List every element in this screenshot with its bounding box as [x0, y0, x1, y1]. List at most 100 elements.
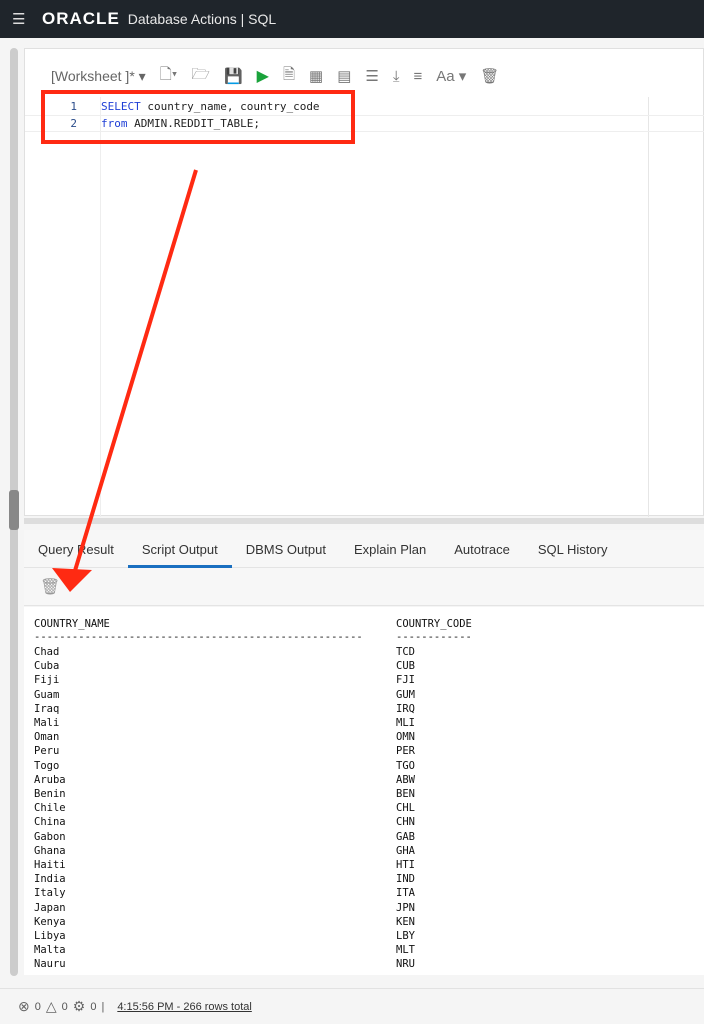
country-name: Cuba: [34, 660, 60, 673]
line-gutter: [25, 97, 101, 517]
country-name: Aruba: [34, 773, 66, 786]
code-line: 2 from ADMIN.REDDIT_TABLE;: [25, 115, 704, 132]
font-size-label: Aa: [436, 68, 455, 85]
app-title: Database Actions | SQL: [127, 11, 277, 27]
country-code: JPN: [396, 901, 415, 914]
separator: ------------: [396, 631, 472, 643]
tab-explain-plan[interactable]: Explain Plan: [340, 530, 440, 568]
table-row: Peru PER: [34, 744, 415, 758]
country-name: Oman: [34, 731, 60, 744]
worksheet-label: [Worksheet ]*: [51, 67, 135, 84]
column-header: COUNTRY_NAME: [34, 618, 110, 630]
tab-sql-history[interactable]: SQL History: [524, 530, 622, 568]
code-text: ADMIN.REDDIT_TABLE;: [127, 117, 260, 130]
hamburger-icon[interactable]: ☰: [12, 10, 32, 28]
table-row: Fiji FJI: [34, 673, 415, 687]
autotrace-icon[interactable]: ▦: [309, 67, 323, 85]
column-header: COUNTRY_CODE: [396, 618, 472, 630]
script-output: COUNTRY_NAME COUNTRY_CODE ---------------…: [24, 607, 704, 975]
output-tabs: Query Result Script Output DBMS Output E…: [24, 530, 704, 568]
code-editor[interactable]: 1 SELECT country_name, country_code 2 from…: [25, 97, 704, 517]
code-line: 1 SELECT country_name, country_code: [25, 98, 704, 115]
trash-icon[interactable]: 🗑: [480, 67, 499, 85]
panel-splitter[interactable]: [24, 518, 704, 524]
country-name: Togo: [34, 759, 60, 772]
save-icon[interactable]: 💾: [224, 67, 243, 85]
font-size-icon[interactable]: Aa ▾: [436, 67, 466, 85]
table-row: Iraq IRQ: [34, 702, 415, 716]
country-name: Libya: [34, 930, 66, 942]
table-row: Togo TGO: [34, 759, 415, 773]
country-code: GUM: [396, 688, 415, 701]
open-folder-icon[interactable]: 🗁: [191, 64, 210, 89]
status-bar: ⊗ 0 △ 0 ⚙ 0 | 4:15:56 PM - 266 rows total: [0, 988, 704, 1024]
country-name: Iraq: [34, 702, 60, 715]
download-icon[interactable]: ⤓: [393, 68, 400, 85]
warning-icon[interactable]: △: [46, 998, 57, 1015]
left-panel-collapse-bar[interactable]: [9, 48, 19, 976]
gear-icon[interactable]: ⚙: [73, 998, 86, 1015]
country-name: Chad: [34, 646, 60, 658]
country-code: CUB: [396, 660, 415, 673]
table-row: Italy ITA: [34, 886, 415, 900]
table-row: China CHN: [34, 815, 415, 829]
new-file-icon[interactable]: 🗋▾: [160, 64, 178, 89]
expand-handle[interactable]: [9, 490, 19, 530]
country-name: Nauru: [34, 958, 66, 971]
code-text: country_name, country_code: [140, 100, 320, 113]
explain-plan-icon[interactable]: ▤: [337, 67, 351, 85]
country-name: Ghana: [34, 844, 66, 857]
table-row: Gabon GAB: [34, 830, 415, 844]
output-header-row: COUNTRY_NAME COUNTRY_CODE: [34, 617, 472, 631]
tab-dbms-output[interactable]: DBMS Output: [232, 530, 340, 568]
table-row: Chile CHL: [34, 801, 415, 815]
format-icon[interactable]: ≡: [413, 68, 422, 85]
output-toolbar: 🗑: [24, 568, 704, 606]
status-message-link[interactable]: 4:15:56 PM - 266 rows total: [117, 1001, 252, 1013]
table-row: Haiti HTI: [34, 858, 415, 872]
separator: ----------------------------------------…: [34, 631, 363, 643]
country-name: Fiji: [34, 674, 60, 687]
country-code: ITA: [396, 887, 415, 900]
sql-tuning-icon[interactable]: ☰: [365, 67, 378, 85]
keyword: SELECT: [101, 100, 141, 113]
run-script-icon[interactable]: 🗎: [283, 64, 295, 89]
country-code: LBY: [396, 930, 415, 942]
error-icon[interactable]: ⊗: [18, 998, 30, 1015]
country-code: FJI: [396, 674, 415, 687]
country-name: Japan: [34, 901, 66, 914]
line-number: 2: [70, 117, 77, 130]
table-row: Japan JPN: [34, 901, 415, 915]
tab-query-result[interactable]: Query Result: [24, 530, 128, 568]
country-name: China: [34, 816, 66, 829]
table-row: Benin BEN: [34, 787, 415, 801]
table-row: Mali MLI: [34, 716, 415, 730]
run-statement-icon[interactable]: ▶: [257, 66, 269, 86]
country-name: Kenya: [34, 915, 66, 928]
country-code: HTI: [396, 859, 415, 871]
tab-autotrace[interactable]: Autotrace: [440, 530, 524, 568]
country-code: MLI: [396, 717, 415, 729]
app-header: ☰ ORACLE Database Actions | SQL: [0, 0, 704, 38]
country-name: Haiti: [34, 859, 66, 871]
worksheet-toolbar: [Worksheet ]* ▾ 🗋▾ 🗁 💾 ▶ 🗎 ▦ ▤ ☰ ⤓ ≡ Aa …: [51, 65, 499, 87]
error-count: 0: [34, 1000, 41, 1013]
table-row: Ghana GHA: [34, 844, 415, 858]
clear-output-trash-icon[interactable]: 🗑: [40, 577, 60, 597]
worksheet-selector[interactable]: [Worksheet ]* ▾: [51, 68, 146, 85]
country-code: TCD: [396, 646, 415, 658]
table-row: India IND: [34, 872, 415, 886]
country-name: Guam: [34, 688, 60, 701]
country-name: Malta: [34, 944, 66, 957]
table-row: Chad TCD: [34, 645, 415, 659]
country-code: KEN: [396, 915, 415, 928]
table-row: Oman OMN: [34, 730, 415, 744]
output-separator-row: ----------------------------------------…: [34, 630, 472, 644]
tab-script-output[interactable]: Script Output: [127, 530, 232, 568]
table-row: Aruba ABW: [34, 773, 415, 787]
country-name: Mali: [34, 717, 60, 729]
oracle-logo: ORACLE: [42, 9, 120, 28]
country-name: Italy: [34, 887, 66, 900]
country-code: GHA: [396, 844, 415, 857]
table-row: Cuba CUB: [34, 659, 415, 673]
